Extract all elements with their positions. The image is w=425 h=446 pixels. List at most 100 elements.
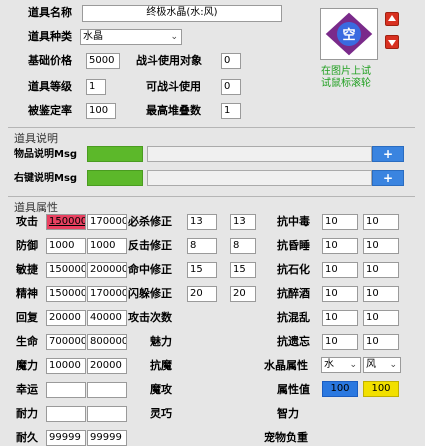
item-image-frame[interactable]: 空 — [320, 8, 378, 60]
crystal-attr-select-1[interactable]: 水 ⌄ — [321, 357, 361, 373]
attr-label: 耐力 — [16, 407, 38, 420]
attr-min-input[interactable]: 150000 — [46, 214, 86, 230]
level-label: 道具等级 — [28, 80, 72, 93]
battle-target-label: 战斗使用对象 — [136, 54, 202, 67]
attr-max-input[interactable] — [87, 406, 127, 422]
resist-max-input[interactable]: 10 — [363, 262, 399, 278]
attr-min-input[interactable]: 10000 — [46, 358, 86, 374]
attr-min-input[interactable]: 20000 — [46, 310, 86, 326]
resist-min-input[interactable]: 10 — [322, 310, 358, 326]
level-input[interactable]: 1 — [86, 79, 106, 95]
attr-value-1[interactable]: 100 — [322, 381, 358, 397]
mod-label: 命中修正 — [128, 263, 172, 276]
arrow-up-button[interactable] — [385, 12, 399, 26]
base-price-label: 基础价格 — [28, 54, 72, 67]
arrow-up-icon — [388, 15, 396, 21]
attr-min-input[interactable] — [46, 382, 86, 398]
identify-input[interactable]: 100 — [86, 103, 116, 119]
item-desc-add-button[interactable]: + — [372, 146, 404, 162]
chevron-down-icon: ⌄ — [389, 360, 397, 370]
arrow-down-button[interactable] — [385, 35, 399, 49]
attr-min-input[interactable]: 99999 — [46, 430, 86, 446]
mod-max-input[interactable]: 20 — [230, 286, 256, 302]
attr-section-title: 道具属性 — [14, 201, 58, 214]
resist-label: 抗昏睡 — [277, 239, 310, 252]
attr-label: 精神 — [16, 287, 38, 300]
base-price-input[interactable]: 5000 — [86, 53, 120, 69]
attr-max-input[interactable]: 170000 — [87, 286, 127, 302]
resist-min-input[interactable]: 10 — [322, 262, 358, 278]
crystal-attr-1-value: 水 — [324, 359, 334, 370]
resist-label: 属性值 — [277, 383, 310, 396]
battle-usable-label: 可战斗使用 — [146, 80, 201, 93]
chevron-down-icon: ⌄ — [170, 32, 178, 42]
mod-min-input[interactable]: 8 — [187, 238, 217, 254]
type-select-value: 水晶 — [83, 31, 103, 42]
attr-max-input[interactable]: 800000 — [87, 334, 127, 350]
attr-min-input[interactable]: 700000 — [46, 334, 86, 350]
resist-min-input[interactable]: 10 — [322, 238, 358, 254]
resist-label: 智力 — [277, 407, 299, 420]
attr-min-input[interactable]: 150000 — [46, 262, 86, 278]
attr-max-input[interactable] — [87, 382, 127, 398]
mod-label: 必杀修正 — [128, 215, 172, 228]
mod-max-input[interactable]: 8 — [230, 238, 256, 254]
attr-max-input[interactable]: 200000 — [87, 262, 127, 278]
type-select[interactable]: 水晶 ⌄ — [80, 29, 182, 45]
attr-max-input[interactable]: 40000 — [87, 310, 127, 326]
resist-max-input[interactable]: 10 — [363, 238, 399, 254]
resist-label: 抗醉酒 — [277, 287, 310, 300]
item-desc-label: 物品说明Msg — [14, 149, 78, 160]
item-desc-swatch[interactable] — [87, 146, 143, 162]
right-desc-swatch[interactable] — [87, 170, 143, 186]
battle-usable-input[interactable]: 0 — [221, 79, 241, 95]
attr-value-2[interactable]: 100 — [363, 381, 399, 397]
name-label: 道具名称 — [28, 6, 72, 19]
crystal-attr-select-2[interactable]: 风 ⌄ — [363, 357, 401, 373]
resist-label: 抗中毒 — [277, 215, 310, 228]
mod-max-input[interactable]: 13 — [230, 214, 256, 230]
desc-section-title: 道具说明 — [14, 132, 58, 145]
max-stack-input[interactable]: 1 — [221, 103, 241, 119]
resist-min-input[interactable]: 10 — [322, 334, 358, 350]
attr-label: 魔力 — [16, 359, 38, 372]
arrow-down-icon — [388, 40, 396, 46]
resist-max-input[interactable]: 10 — [363, 214, 399, 230]
attr-label: 敏捷 — [16, 263, 38, 276]
mod-min-input[interactable]: 20 — [187, 286, 217, 302]
resist-label: 水晶属性 — [264, 359, 308, 372]
right-desc-add-button[interactable]: + — [372, 170, 404, 186]
attr-label: 回复 — [16, 311, 38, 324]
right-desc-input[interactable] — [147, 170, 372, 186]
type-label: 道具种类 — [28, 30, 72, 43]
resist-min-input[interactable]: 10 — [322, 286, 358, 302]
attr-min-input[interactable] — [46, 406, 86, 422]
mod-label: 抗魔 — [150, 359, 172, 372]
mod-label: 魅力 — [150, 335, 172, 348]
battle-target-input[interactable]: 0 — [221, 53, 241, 69]
chevron-down-icon: ⌄ — [349, 360, 357, 370]
divider — [8, 127, 415, 128]
resist-max-input[interactable]: 10 — [363, 334, 399, 350]
mod-label: 攻击次数 — [128, 311, 172, 324]
attr-max-input[interactable]: 1000 — [87, 238, 127, 254]
resist-max-input[interactable]: 10 — [363, 310, 399, 326]
resist-max-input[interactable]: 10 — [363, 286, 399, 302]
attr-max-input[interactable]: 20000 — [87, 358, 127, 374]
name-input[interactable]: 终极水晶(水:风) — [82, 5, 282, 22]
mod-min-input[interactable]: 13 — [187, 214, 217, 230]
mod-label: 闪躲修正 — [128, 287, 172, 300]
attr-max-input[interactable]: 170000 — [87, 214, 127, 230]
attr-min-input[interactable]: 150000 — [46, 286, 86, 302]
mod-label: 反击修正 — [128, 239, 172, 252]
resist-min-input[interactable]: 10 — [322, 214, 358, 230]
attr-max-input[interactable]: 99999 — [87, 430, 127, 446]
image-hint-line1: 在图片上试 — [321, 66, 371, 77]
crystal-attr-2-value: 风 — [366, 359, 376, 370]
attr-min-input[interactable]: 1000 — [46, 238, 86, 254]
mod-label: 魔攻 — [150, 383, 172, 396]
identify-label: 被鉴定率 — [28, 104, 72, 117]
mod-min-input[interactable]: 15 — [187, 262, 217, 278]
item-desc-input[interactable] — [147, 146, 372, 162]
mod-max-input[interactable]: 15 — [230, 262, 256, 278]
